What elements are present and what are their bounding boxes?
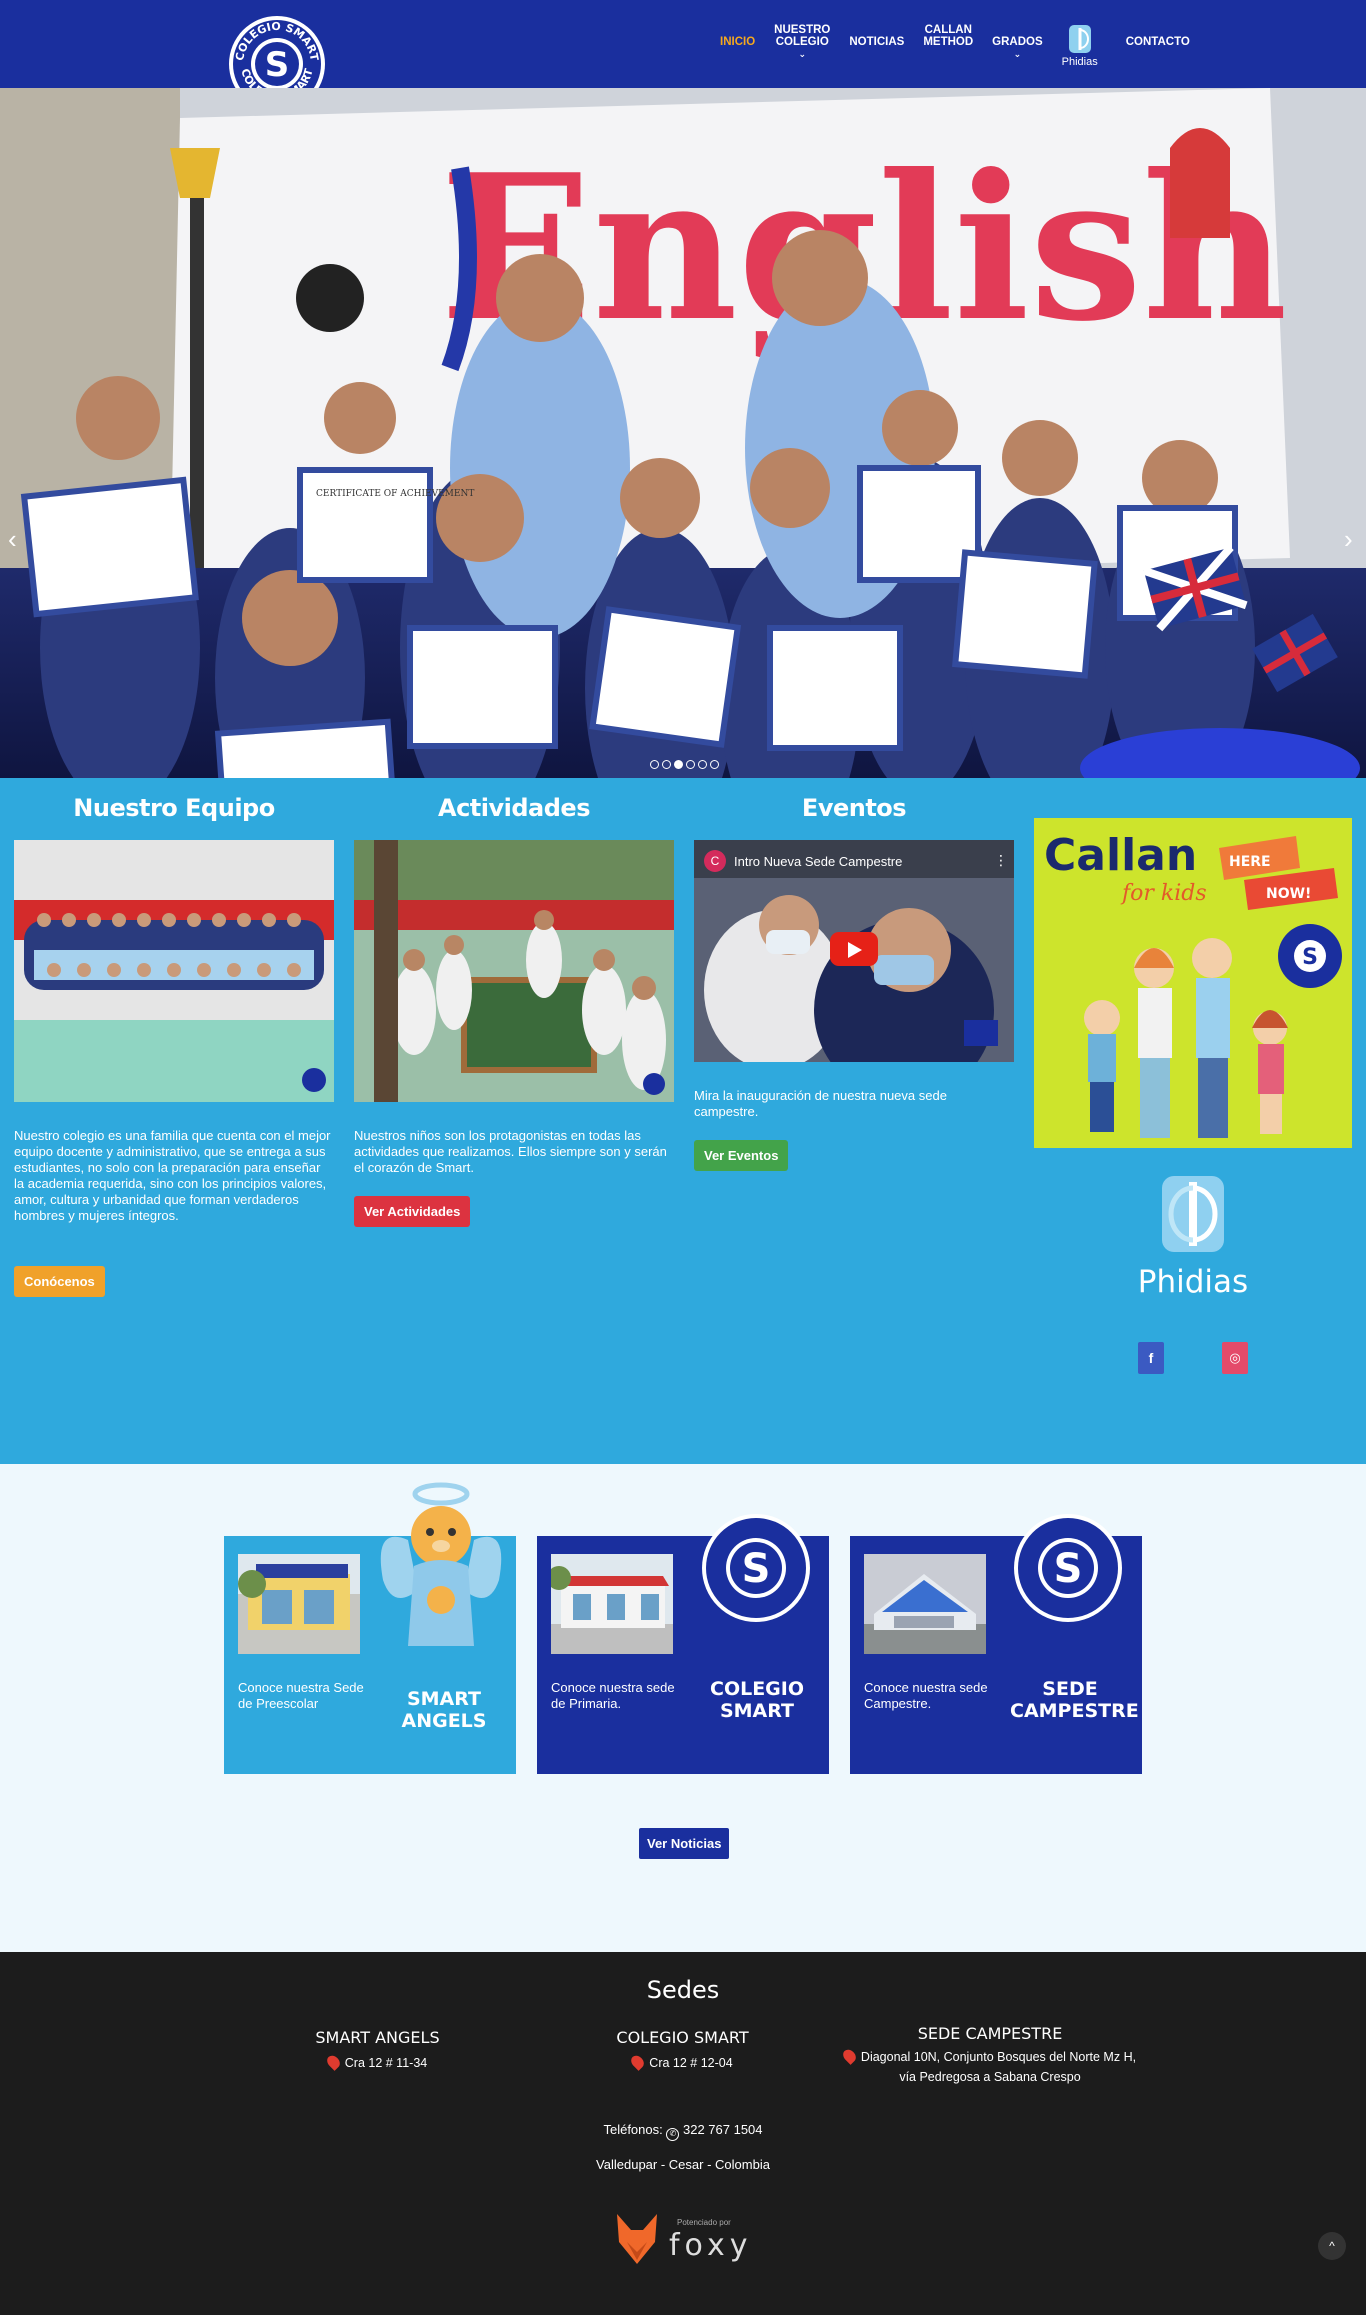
svg-text:for kids: for kids: [1120, 881, 1207, 906]
phidias-logo-icon[interactable]: [1160, 1174, 1226, 1254]
svg-text:S: S: [1054, 1546, 1083, 1592]
video-title[interactable]: Intro Nueva Sede Campestre: [734, 854, 902, 869]
whatsapp-icon: ✆: [666, 2128, 680, 2141]
scroll-to-top-button[interactable]: ^: [1318, 2232, 1346, 2260]
carousel-dot[interactable]: [686, 760, 695, 769]
card-title: SEDE CAMPESTRE: [1010, 1678, 1139, 1722]
actividades-photo[interactable]: [354, 840, 674, 1102]
footer-city: Valledupar - Cesar - Colombia: [596, 2157, 770, 2172]
svg-text:S: S: [742, 1546, 771, 1592]
card-text: Conoce nuestra Sede de Preescolar: [238, 1680, 364, 1711]
svg-text:S: S: [265, 45, 290, 85]
phidias-icon: [1068, 25, 1091, 53]
menu-phidias[interactable]: Phidias: [1062, 24, 1098, 68]
menu-contacto[interactable]: CONTACTO: [1126, 24, 1190, 48]
equipo-title: Nuestro Equipo: [73, 794, 275, 822]
svg-text:S: S: [1302, 945, 1318, 970]
colegio-smart-seal-icon: S: [700, 1496, 812, 1638]
svg-text:NOW!: NOW!: [1266, 886, 1311, 902]
powered-by-label: Potenciado por: [677, 2218, 731, 2227]
carousel-dot[interactable]: [698, 760, 707, 769]
instagram-icon[interactable]: ◎: [1222, 1342, 1248, 1374]
more-options-icon[interactable]: ⋮: [994, 852, 1008, 869]
main-menu: INICIO NUESTRO COLEGIO ⌄ NOTICIAS CALLAN…: [720, 24, 1209, 74]
top-navbar: S COLEGIO SMART COLEGIO SMART INICIO NUE…: [0, 0, 1366, 112]
svg-text:CERTIFICATE OF ACHIEVEMENT: CERTIFICATE OF ACHIEVEMENT: [316, 489, 474, 499]
eventos-title: Eventos: [801, 794, 907, 822]
actividades-text: Nuestros niños son los protagonistas en …: [354, 1128, 667, 1175]
menu-nuestro-colegio[interactable]: NUESTRO COLEGIO ⌄: [774, 24, 830, 59]
chevron-down-icon: ⌄: [1013, 49, 1022, 59]
chevron-down-icon: ⌄: [798, 49, 807, 59]
foxy-brand[interactable]: Potenciado por foxy: [615, 2212, 755, 2272]
footer-phones: Teléfonos: ✆ 322 767 1504: [0, 2122, 1366, 2141]
eventos-text: Mira la inauguración de nuestra nueva se…: [694, 1088, 947, 1119]
equipo-column: Nuestro Equipo Nuestro colegio es una fa…: [14, 794, 334, 1297]
eventos-video[interactable]: C Intro Nueva Sede Campestre ⋮: [694, 840, 1014, 1062]
actividades-title: Actividades: [438, 794, 591, 822]
phidias-label[interactable]: Phidias: [1090, 1264, 1296, 1300]
menu-callan-method[interactable]: CALLAN METHOD: [923, 24, 973, 48]
conocenos-button[interactable]: Conócenos: [14, 1266, 105, 1297]
menu-noticias[interactable]: NOTICIAS: [849, 24, 904, 48]
map-pin-icon: [840, 2047, 859, 2065]
hero-slide-image: English CERTIFICATE OF ACHIEVEMENT: [0, 88, 1366, 778]
card-title: SMART ANGELS: [401, 1688, 487, 1732]
eventos-column: Eventos C Intro Nueva Sede Campestre ⋮ M…: [694, 794, 1014, 1171]
preescolar-photo: [238, 1554, 360, 1654]
ver-actividades-button[interactable]: Ver Actividades: [354, 1196, 471, 1227]
fox-logo-icon: [617, 2214, 657, 2264]
footer-phone-number[interactable]: 322 767 1504: [683, 2122, 763, 2137]
channel-avatar[interactable]: C: [704, 850, 726, 872]
map-pin-icon: [628, 2053, 647, 2071]
carousel-dot[interactable]: [662, 760, 671, 769]
foxy-wordmark: foxy: [669, 2228, 753, 2263]
ver-noticias-button[interactable]: Ver Noticias: [639, 1828, 730, 1859]
footer-sede-colegio-smart: COLEGIO SMART Cra 12 # 12-04: [616, 2028, 749, 2071]
carousel-dot[interactable]: [650, 760, 659, 769]
campestre-photo: [864, 1554, 986, 1654]
ver-eventos-button[interactable]: Ver Eventos: [694, 1140, 789, 1171]
play-button-icon[interactable]: [830, 932, 878, 966]
equipo-photo[interactable]: [14, 840, 334, 1102]
footer: Sedes SMART ANGELS Cra 12 # 11-34 COLEGI…: [0, 1952, 1366, 2315]
carousel-dot-active[interactable]: [674, 760, 683, 769]
card-title: COLEGIO SMART: [710, 1678, 804, 1722]
equipo-text: Nuestro colegio es una familia que cuent…: [14, 1128, 331, 1223]
card-text: Conoce nuestra sede de Primaria.: [551, 1680, 675, 1711]
callan-banner[interactable]: Callan for kids HERE NOW! S: [1034, 818, 1352, 1148]
carousel-prev-arrow[interactable]: ‹: [8, 524, 17, 555]
menu-grados[interactable]: GRADOS ⌄: [992, 24, 1042, 59]
actividades-column: Actividades Nuestros niños son los prota…: [354, 794, 674, 1227]
svg-text:Callan: Callan: [1044, 830, 1197, 881]
footer-sede-campestre: SEDE CAMPESTRE Diagonal 10N, Conjunto Bo…: [840, 2024, 1140, 2087]
hero-carousel[interactable]: English CERTIFICATE OF ACHIEVEMENT ‹ ›: [0, 88, 1366, 778]
footer-sede-smart-angels: SMART ANGELS Cra 12 # 11-34: [315, 2028, 440, 2071]
svg-text:HERE: HERE: [1229, 854, 1271, 870]
angel-mascot-icon: [378, 1480, 504, 1662]
carousel-dots: [650, 760, 719, 769]
primaria-photo: [551, 1554, 673, 1654]
carousel-next-arrow[interactable]: ›: [1344, 524, 1353, 555]
footer-title: Sedes: [646, 1976, 720, 2004]
card-text: Conoce nuestra sede Campestre.: [864, 1680, 988, 1711]
carousel-dot[interactable]: [710, 760, 719, 769]
map-pin-icon: [324, 2053, 343, 2071]
colegio-smart-seal-icon: S: [1012, 1496, 1124, 1638]
menu-inicio[interactable]: INICIO: [720, 24, 755, 48]
facebook-icon[interactable]: f: [1138, 1342, 1164, 1374]
